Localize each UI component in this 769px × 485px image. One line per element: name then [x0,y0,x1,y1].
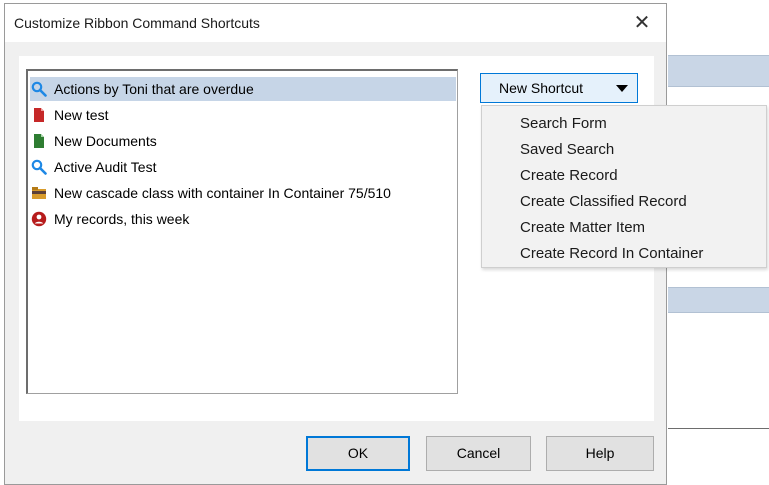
list-item[interactable]: Active Audit Test [30,155,456,179]
menu-item-create-classified-record[interactable]: Create Classified Record [520,189,687,215]
background-window-band [668,287,769,313]
background-window-band [668,55,769,87]
list-item-label: Active Audit Test [54,159,157,175]
list-item-label: New test [54,107,109,123]
new-shortcut-menu: Search Form Saved Search Create Record C… [481,105,767,268]
list-item[interactable]: New Documents [30,129,456,153]
chevron-down-icon [616,85,628,92]
close-icon[interactable]: ✕ [628,9,656,37]
menu-item-create-record[interactable]: Create Record [520,163,618,189]
list-item-label: New Documents [54,133,157,149]
menu-item-create-matter-item[interactable]: Create Matter Item [520,215,645,241]
list-item[interactable]: New cascade class with container In Cont… [30,181,456,205]
new-shortcut-button[interactable]: New Shortcut [480,73,638,103]
search-icon [31,81,47,97]
menu-item-search-form[interactable]: Search Form [520,111,607,137]
dialog-title: Customize Ribbon Command Shortcuts [14,15,260,31]
list-item[interactable]: New test [30,103,456,127]
ok-button[interactable]: OK [306,436,410,471]
menu-item-create-record-in-container[interactable]: Create Record In Container [520,241,703,267]
menu-item-saved-search[interactable]: Saved Search [520,137,614,163]
list-item[interactable]: My records, this week [30,207,456,231]
green-document-icon [31,133,47,149]
user-records-icon [31,211,47,227]
background-window-divider [668,428,769,429]
list-item[interactable]: Actions by Toni that are overdue [30,77,456,101]
list-item-label: Actions by Toni that are overdue [54,81,254,97]
list-item-label: New cascade class with container In Cont… [54,185,391,201]
list-item-label: My records, this week [54,211,190,227]
folder-icon [31,185,47,201]
red-document-icon [31,107,47,123]
new-shortcut-label: New Shortcut [499,80,584,96]
title-bar: Customize Ribbon Command Shortcuts ✕ [5,4,666,42]
shortcuts-listbox[interactable]: Actions by Toni that are overdue New tes… [26,69,458,394]
search-icon [31,159,47,175]
cancel-button[interactable]: Cancel [426,436,531,471]
help-button[interactable]: Help [546,436,654,471]
